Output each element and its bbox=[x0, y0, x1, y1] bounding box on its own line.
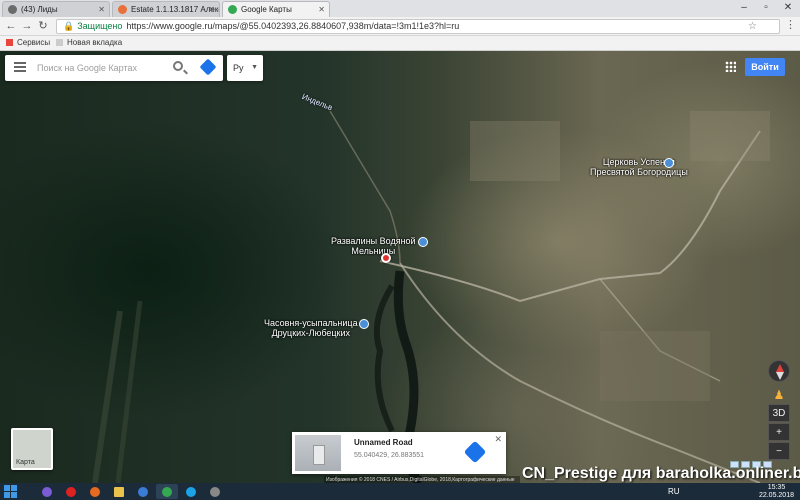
map-roads-layer bbox=[92, 110, 770, 483]
clock-date: 22.05.2018 bbox=[758, 492, 794, 499]
layer-label: Карта bbox=[16, 459, 35, 466]
language-select[interactable]: Ру ▼ bbox=[227, 55, 263, 81]
google-apps-icon[interactable] bbox=[725, 61, 736, 72]
back-icon[interactable]: ← bbox=[4, 19, 18, 33]
folder-icon[interactable] bbox=[108, 484, 130, 499]
compass-icon[interactable] bbox=[768, 360, 790, 382]
close-tab-icon[interactable]: ✕ bbox=[208, 2, 215, 17]
bookmark-label: Сервисы bbox=[17, 38, 51, 47]
browser-menu-icon[interactable]: ⋮ bbox=[785, 18, 796, 31]
street-view-thumbnail[interactable] bbox=[295, 435, 341, 471]
apps-grid-icon bbox=[6, 39, 13, 46]
browser-toolbar: ← → ↻ 🔒 Защищено https://www.google.ru/map… bbox=[0, 17, 800, 36]
tab-leads[interactable]: (43) Лиды ✕ bbox=[2, 1, 110, 17]
security-label: Защищено bbox=[77, 21, 123, 31]
tab-label: Estate 1.1.13.1817 Алексей bbox=[131, 5, 219, 14]
page-icon bbox=[56, 39, 63, 46]
skype-icon[interactable] bbox=[180, 484, 202, 499]
close-tab-icon[interactable]: ✕ bbox=[318, 2, 325, 17]
landmark-icon[interactable] bbox=[359, 319, 369, 329]
maximize-icon[interactable]: ▫ bbox=[755, 0, 777, 17]
place-title: Unnamed Road bbox=[354, 438, 413, 447]
chrome-icon[interactable] bbox=[156, 484, 178, 499]
map-search-input[interactable] bbox=[37, 59, 167, 77]
firefox-icon[interactable] bbox=[84, 484, 106, 499]
app-icon[interactable] bbox=[204, 484, 226, 499]
lock-icon: 🔒 bbox=[63, 21, 75, 31]
directions-icon[interactable] bbox=[463, 440, 487, 464]
bookmark-new-tab[interactable]: Новая вкладка bbox=[56, 36, 122, 50]
bookmark-label: Новая вкладка bbox=[67, 38, 123, 47]
tab-estate[interactable]: Estate 1.1.13.1817 Алексей ✕ bbox=[112, 1, 220, 17]
church-icon[interactable] bbox=[664, 158, 674, 168]
poi-name-line1: Часовня-усыпальница bbox=[264, 318, 358, 328]
menu-icon[interactable] bbox=[14, 62, 26, 72]
place-coordinates: 55.040429, 26.883551 bbox=[354, 452, 425, 459]
poi-name-line1: Развалины Водяной bbox=[331, 236, 416, 246]
tab-strip: (43) Лиды ✕ Estate 1.1.13.1817 Алексей ✕… bbox=[0, 0, 800, 17]
tab-google-maps[interactable]: Google Карты ✕ bbox=[222, 1, 330, 17]
chevron-down-icon: ▼ bbox=[251, 64, 258, 71]
poi-name-line2: Друцких-Любецких bbox=[271, 328, 351, 338]
forward-icon[interactable]: → bbox=[20, 19, 34, 33]
bookmark-services[interactable]: Сервисы bbox=[6, 36, 50, 50]
poi-name-line2: Пресвятой Богородицы bbox=[590, 167, 688, 177]
tab-favicon-icon bbox=[118, 5, 127, 14]
landmark-icon[interactable] bbox=[418, 237, 428, 247]
close-window-icon[interactable]: ✕ bbox=[777, 0, 799, 17]
address-bar[interactable]: 🔒 Защищено https://www.google.ru/maps/@55.… bbox=[56, 19, 780, 34]
opera-icon[interactable] bbox=[60, 484, 82, 499]
keyboard-language[interactable]: RU bbox=[668, 483, 680, 500]
zoom-out-button[interactable]: − bbox=[768, 442, 790, 460]
close-icon[interactable]: ✕ bbox=[494, 434, 502, 445]
search-icon[interactable] bbox=[173, 61, 183, 71]
tab-favicon-icon bbox=[228, 5, 237, 14]
minimize-icon[interactable]: – bbox=[733, 0, 755, 17]
signin-button[interactable]: Войти bbox=[745, 58, 785, 76]
satellite-map[interactable] bbox=[0, 51, 800, 483]
tab-favicon-icon bbox=[8, 5, 17, 14]
windows-taskbar: RU 15:35 22.05.2018 bbox=[0, 483, 800, 500]
dropped-pin-icon[interactable] bbox=[381, 253, 391, 263]
windows-start-icon[interactable] bbox=[4, 485, 17, 498]
map-controls: ♟ 3D + − bbox=[768, 360, 790, 461]
zoom-in-button[interactable]: + bbox=[768, 423, 790, 441]
viber-icon[interactable] bbox=[36, 484, 58, 499]
language-value: Ру bbox=[233, 63, 244, 73]
system-clock[interactable]: 15:35 22.05.2018 bbox=[759, 484, 794, 500]
pegman-icon[interactable]: ♟ bbox=[768, 386, 790, 404]
bookmark-star-icon[interactable]: ☆ bbox=[748, 20, 757, 33]
map-search-box bbox=[5, 55, 223, 81]
url-text: https://www.google.ru/maps/@55.0402393,2… bbox=[126, 21, 460, 31]
poi-mill-ruins[interactable]: Развалины Водяной Мельницы bbox=[331, 236, 416, 256]
bookmarks-bar: Сервисы Новая вкладка bbox=[0, 36, 800, 51]
clock-time: 15:35 bbox=[767, 484, 786, 491]
tilt-3d-button[interactable]: 3D bbox=[768, 404, 790, 422]
poi-name-line2: Мельницы bbox=[351, 246, 396, 256]
directions-icon[interactable] bbox=[199, 58, 217, 76]
tab-label: (43) Лиды bbox=[21, 5, 58, 14]
reload-icon[interactable]: ↻ bbox=[36, 19, 50, 33]
close-tab-icon[interactable]: ✕ bbox=[98, 2, 105, 17]
place-info-card[interactable]: Unnamed Road 55.040429, 26.883551 ✕ bbox=[292, 432, 506, 474]
watermark-text: CN_Prestige для baraholka.onliner.by bbox=[522, 465, 800, 482]
media-player-icon[interactable] bbox=[132, 484, 154, 499]
map-layer-toggle[interactable]: Карта bbox=[11, 428, 53, 470]
tab-label: Google Карты bbox=[241, 5, 292, 14]
poi-chapel[interactable]: Часовня-усыпальница Друцких-Любецких bbox=[264, 318, 358, 338]
